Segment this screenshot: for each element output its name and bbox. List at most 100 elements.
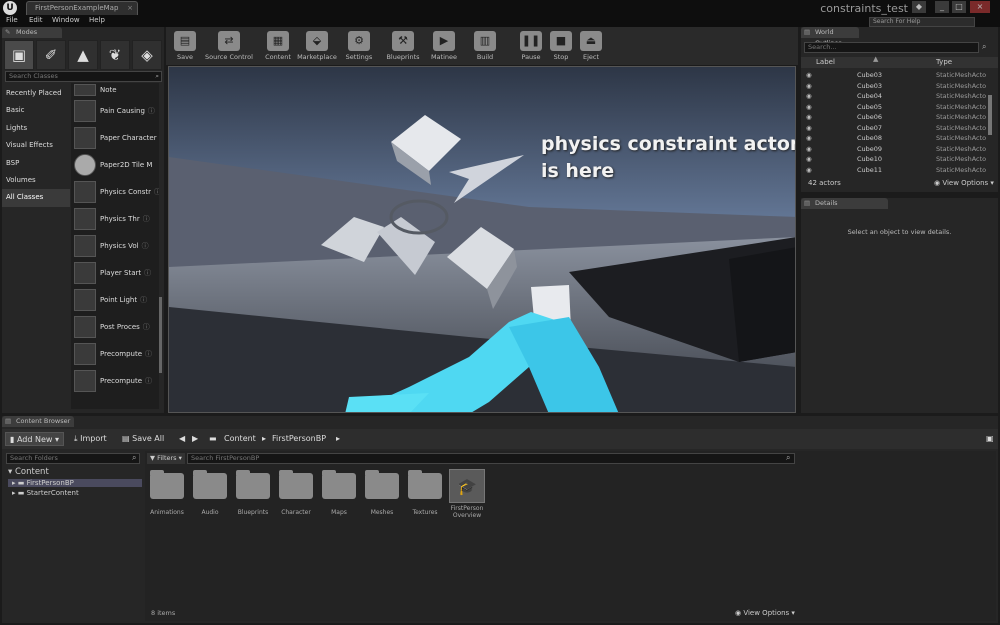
- category-volumes[interactable]: Volumes: [2, 172, 70, 189]
- category-all-classes[interactable]: All Classes: [2, 189, 70, 207]
- path-firstpersonbp[interactable]: FirstPersonBP: [268, 432, 330, 446]
- table-row[interactable]: ◉ Cube03 StaticMeshActo: [801, 81, 989, 92]
- source-control-button[interactable]: ⇄ Source Control: [202, 27, 256, 65]
- eye-icon[interactable]: ◉: [806, 154, 812, 165]
- info-icon[interactable]: ⓘ: [142, 241, 149, 251]
- class-item[interactable]: Pain Causing ⓘ: [71, 97, 159, 124]
- info-icon[interactable]: ⓘ: [140, 295, 147, 305]
- menu-help[interactable]: Help: [89, 16, 105, 24]
- asset-firstperson-overview[interactable]: 🎓 FirstPerson Overview: [447, 469, 487, 529]
- tree-item-startercontent[interactable]: ▸ ▬ StarterContent: [12, 489, 79, 497]
- filters-button[interactable]: ▼ Filters ▾: [147, 453, 185, 464]
- folder-blueprints[interactable]: Blueprints: [233, 469, 273, 529]
- class-item[interactable]: Physics Thr ⓘ: [71, 205, 159, 232]
- menu-file[interactable]: File: [6, 16, 18, 24]
- table-row[interactable]: ◉ Cube04 StaticMeshActo: [801, 91, 989, 102]
- level-tab[interactable]: FirstPersonExampleMap ×: [26, 1, 138, 15]
- tab-world-outliner[interactable]: ▤World Outliner: [801, 27, 859, 47]
- feedback-icon[interactable]: ◆: [912, 1, 926, 13]
- eye-icon[interactable]: ◉: [806, 144, 812, 155]
- category-bsp[interactable]: BSP: [2, 155, 70, 172]
- eye-icon[interactable]: ◉: [806, 70, 812, 81]
- foliage-mode-icon[interactable]: ❦: [100, 40, 130, 70]
- class-item[interactable]: Physics Vol ⓘ: [71, 232, 159, 259]
- category-basic[interactable]: Basic: [2, 102, 70, 119]
- eye-icon[interactable]: ◉: [806, 133, 812, 144]
- outliner-search-input[interactable]: Search...: [804, 42, 979, 53]
- eject-button[interactable]: ⏏ Eject: [573, 27, 609, 65]
- class-item[interactable]: Precompute ⓘ: [71, 367, 159, 394]
- category-lights[interactable]: Lights: [2, 120, 70, 137]
- save-button[interactable]: ▤ Save: [167, 27, 203, 65]
- info-icon[interactable]: ⓘ: [143, 214, 150, 224]
- forward-button[interactable]: ▶: [188, 432, 202, 446]
- info-icon[interactable]: ⓘ: [144, 268, 151, 278]
- class-item[interactable]: Precompute ⓘ: [71, 340, 159, 367]
- eye-icon[interactable]: ◉: [806, 91, 812, 102]
- class-item[interactable]: Paper Character: [71, 124, 159, 151]
- table-row[interactable]: ◉ Cube05 StaticMeshActo: [801, 102, 989, 113]
- class-item[interactable]: Post Proces ⓘ: [71, 313, 159, 340]
- folder-animations[interactable]: Animations: [147, 469, 187, 529]
- category-visual-effects[interactable]: Visual Effects: [2, 137, 70, 154]
- content-button[interactable]: ▦ Content: [260, 27, 296, 65]
- column-label[interactable]: Label: [816, 58, 835, 66]
- info-icon[interactable]: ⓘ: [154, 187, 159, 197]
- table-row[interactable]: ◉ Cube11 StaticMeshActo: [801, 165, 989, 176]
- asset-view-options[interactable]: ◉ View Options ▾: [735, 609, 795, 617]
- close-icon[interactable]: ×: [127, 2, 133, 15]
- class-item[interactable]: Physics Constr ⓘ: [71, 178, 159, 205]
- table-row[interactable]: ◉ Cube08 StaticMeshActo: [801, 133, 989, 144]
- landscape-mode-icon[interactable]: ▲: [68, 40, 98, 70]
- close-window-button[interactable]: ×: [970, 1, 990, 13]
- paint-mode-icon[interactable]: ✐: [36, 40, 66, 70]
- folder-textures[interactable]: Textures: [405, 469, 445, 529]
- path-content[interactable]: Content: [220, 432, 260, 446]
- tree-item-firstpersonbp[interactable]: ▸ ▬ FirstPersonBP: [8, 479, 142, 487]
- class-search-input[interactable]: Search Classes ⌕: [5, 71, 162, 82]
- blueprints-button[interactable]: ⚒ Blueprints: [383, 27, 423, 65]
- menu-edit[interactable]: Edit: [29, 16, 43, 24]
- eye-icon[interactable]: ◉: [806, 123, 812, 134]
- info-icon[interactable]: ⓘ: [148, 106, 155, 116]
- folder-maps[interactable]: Maps: [319, 469, 359, 529]
- settings-button[interactable]: ⚙ Settings: [341, 27, 377, 65]
- info-icon[interactable]: ⓘ: [143, 322, 150, 332]
- add-new-button[interactable]: ▮ Add New ▾: [5, 432, 64, 446]
- info-icon[interactable]: ⓘ: [145, 349, 152, 359]
- folder-character[interactable]: Character: [276, 469, 316, 529]
- tab-content-browser[interactable]: ▤ Content Browser: [2, 416, 74, 427]
- tab-details[interactable]: ▤ Details: [801, 198, 888, 209]
- matinee-button[interactable]: ▶ Matinee: [426, 27, 462, 65]
- build-button[interactable]: ▥ Build: [467, 27, 503, 65]
- minimize-button[interactable]: _: [935, 1, 949, 13]
- eye-icon[interactable]: ◉: [806, 112, 812, 123]
- folder-audio[interactable]: Audio: [190, 469, 230, 529]
- category-recently-placed[interactable]: Recently Placed: [2, 85, 70, 102]
- folder-meshes[interactable]: Meshes: [362, 469, 402, 529]
- folder-search-input[interactable]: Search Folders: [6, 453, 140, 464]
- import-button[interactable]: ⤓ Import: [70, 432, 111, 446]
- eye-icon[interactable]: ◉: [806, 102, 812, 113]
- eye-icon[interactable]: ◉: [806, 165, 812, 176]
- table-row[interactable]: ◉ Cube10 StaticMeshActo: [801, 154, 989, 165]
- help-search-input[interactable]: Search For Help: [869, 17, 975, 27]
- eye-icon[interactable]: ◉: [806, 81, 812, 92]
- place-mode-icon[interactable]: ▣: [4, 40, 34, 70]
- table-row[interactable]: ◉ Cube03 StaticMeshActo: [801, 70, 989, 81]
- tree-root[interactable]: ▾ Content: [8, 467, 49, 477]
- save-all-button[interactable]: ▤ Save All: [118, 432, 168, 446]
- class-item[interactable]: Note: [71, 83, 159, 97]
- info-icon[interactable]: ⓘ: [145, 376, 152, 386]
- geometry-mode-icon[interactable]: ◈: [132, 40, 162, 70]
- table-row[interactable]: ◉ Cube06 StaticMeshActo: [801, 112, 989, 123]
- class-item[interactable]: Player Start ⓘ: [71, 259, 159, 286]
- maximize-button[interactable]: □: [952, 1, 966, 13]
- lock-icon[interactable]: ▣: [982, 432, 998, 446]
- table-row[interactable]: ◉ Cube09 StaticMeshActo: [801, 144, 989, 155]
- menu-window[interactable]: Window: [52, 16, 80, 24]
- marketplace-button[interactable]: ⬙ Marketplace: [296, 27, 338, 65]
- class-item[interactable]: Paper2D Tile M: [71, 151, 159, 178]
- asset-search-input[interactable]: Search FirstPersonBP: [187, 453, 795, 464]
- class-item[interactable]: Point Light ⓘ: [71, 286, 159, 313]
